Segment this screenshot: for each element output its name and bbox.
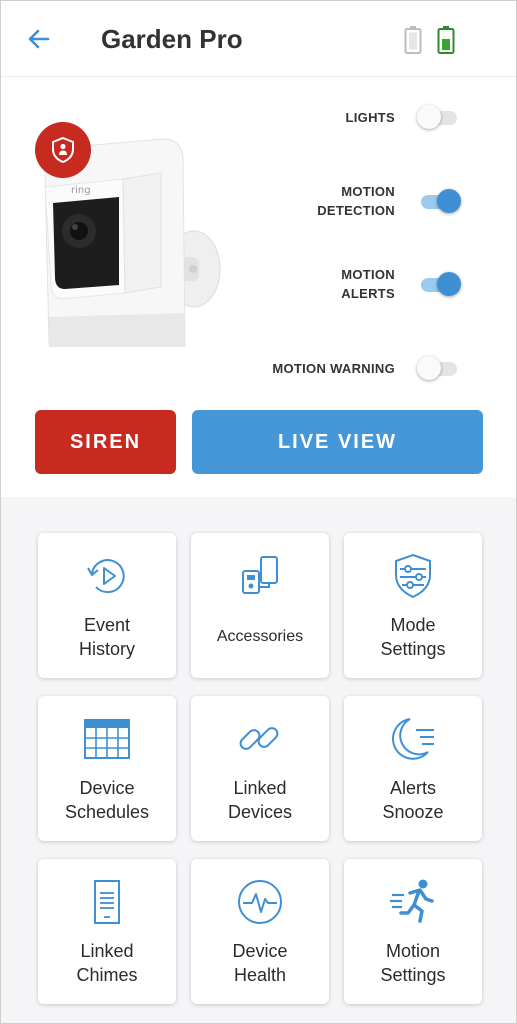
tile-label: Linked Chimes [76,941,138,985]
shield-badge [35,122,91,178]
back-button[interactable] [21,21,57,57]
toggle-row-motion-detection: MOTION DETECTION [317,182,461,220]
tile-linked-devices[interactable]: Linked Devices [191,696,329,841]
toggle-row-motion-alerts: MOTION ALERTS [341,265,461,303]
toggle-label-lights: LIGHTS [345,109,395,125]
lights-toggle[interactable] [417,105,461,129]
battery-charging-icon [437,26,455,54]
tile-label: Device Schedules [64,778,150,822]
tile-label: Device Health [232,941,288,985]
tile-event-history[interactable]: Event History [38,533,176,678]
calendar-icon [84,719,130,759]
tile-device-health[interactable]: Device Health [191,859,329,1004]
accessories-icon [242,556,278,594]
toggle-label-motion-detection: MOTION DETECTION [317,184,395,218]
history-play-icon [87,559,125,594]
motion-alerts-toggle[interactable] [417,272,461,296]
running-person-icon [390,879,434,923]
tile-linked-chimes[interactable]: Linked Chimes [38,859,176,1004]
battery-empty-icon [404,26,422,54]
toggle-row-motion-warning: MOTION WARNING [272,356,461,380]
toggle-row-lights: LIGHTS [346,105,461,129]
tile-label: Motion Settings [380,941,446,985]
moon-snooze-icon [392,718,434,760]
page-title: Garden Pro [101,24,243,54]
toggle-label-motion-warning: MOTION WARNING [272,360,395,376]
tile-device-schedules[interactable]: Device Schedules [38,696,176,841]
tile-label: Event History [78,615,135,659]
header-bar: Garden Pro [1,1,516,77]
back-arrow-icon [28,29,50,49]
chime-icon [94,880,120,924]
motion-detection-toggle[interactable] [417,189,461,213]
tile-label: Mode Settings [380,615,446,659]
siren-button[interactable]: SIREN [35,410,176,474]
pulse-icon [238,880,282,924]
tile-alerts-snooze[interactable]: Alerts Snooze [344,696,482,841]
settings-grid: Event History Accessories Mode Settings … [1,497,516,1023]
tile-label: Linked Devices [227,778,293,822]
app-frame: Garden Pro ring LIGHTS MOTION DETECTION … [0,0,517,1024]
tile-label: Accessories [216,628,304,645]
motion-warning-toggle[interactable] [417,356,461,380]
tile-accessories[interactable]: Accessories [191,533,329,678]
shield-person-icon [52,136,74,164]
shield-sliders-icon [395,553,431,599]
link-icon [239,727,279,750]
tile-label: Alerts Snooze [382,778,444,822]
tile-motion-settings[interactable]: Motion Settings [344,859,482,1004]
live-view-button[interactable]: LIVE VIEW [192,410,483,474]
tile-mode-settings[interactable]: Mode Settings [344,533,482,678]
toggle-label-motion-alerts: MOTION ALERTS [341,267,395,301]
camera-brand-logo: ring [71,185,91,196]
